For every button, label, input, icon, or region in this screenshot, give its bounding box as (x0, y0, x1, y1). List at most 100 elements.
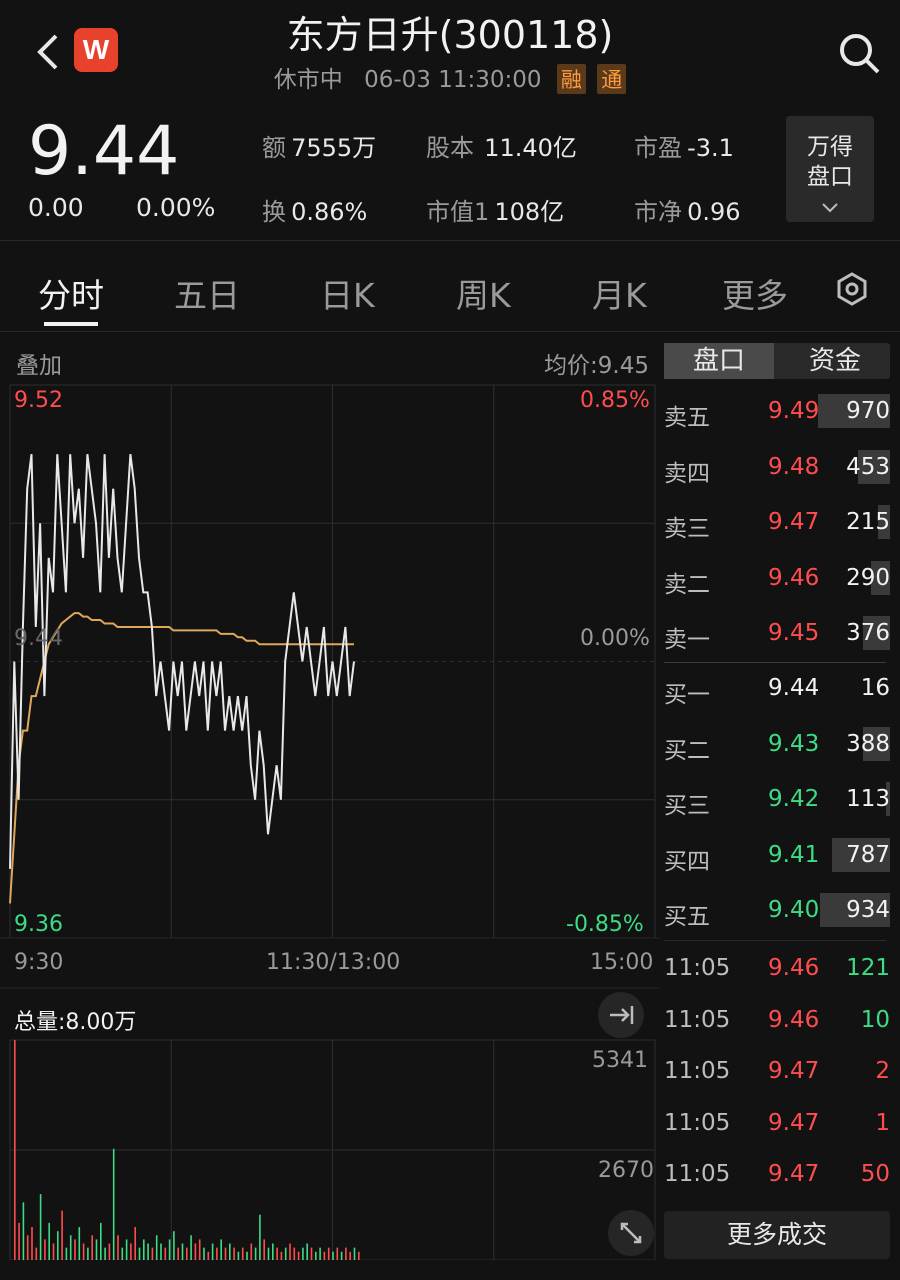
market-status: 休市中 (273, 67, 343, 93)
search-button[interactable] (836, 30, 882, 76)
fullscreen-button[interactable] (608, 1210, 654, 1256)
level-price: 9.44 (768, 675, 820, 701)
volume-bar (82, 1243, 85, 1260)
volume-bar (61, 1210, 63, 1260)
intraday-chart (0, 384, 660, 1260)
level-label: 卖一 (664, 627, 710, 653)
x-label-mid: 11:30/13:00 (266, 950, 401, 975)
level-label: 买二 (664, 737, 710, 764)
trade-row: 11:05 9.47 2 (664, 1052, 890, 1092)
ask-row: 卖一 9.45 376 (664, 614, 890, 654)
trade-time: 11:05 (664, 1058, 731, 1084)
ask-row: 卖五 9.49 970 (664, 392, 890, 432)
volume-bar (151, 1247, 154, 1260)
x-label-open: 9:30 (14, 950, 64, 975)
volume-bar (310, 1247, 313, 1260)
volume-bar (207, 1251, 210, 1260)
volume-bar (108, 1243, 111, 1260)
tab-intraday[interactable]: 分时 (38, 269, 104, 317)
price-change: 0.00 (28, 193, 84, 222)
level-price: 9.49 (768, 398, 820, 424)
volume-bar (130, 1243, 132, 1260)
y-low-label: 9.36 (14, 912, 63, 937)
x-label-close: 15:00 (590, 950, 654, 975)
trade-row: 11:05 9.47 50 (664, 1155, 890, 1195)
volume-bar (237, 1251, 240, 1260)
volume-bar (345, 1247, 347, 1260)
pct-high-label: 0.85% (580, 388, 650, 413)
more-trades-button[interactable]: 更多成交 (664, 1211, 890, 1259)
volume-bar (95, 1239, 98, 1260)
volume-bar (284, 1247, 287, 1260)
level-label: 买四 (664, 848, 710, 875)
volume-bar (31, 1227, 33, 1260)
active-tab-underline (44, 322, 98, 326)
tab-weekly-k[interactable]: 周K (456, 269, 511, 317)
trade-volume: 10 (860, 1006, 890, 1033)
volume-bar (198, 1239, 201, 1260)
settings-icon[interactable] (832, 269, 872, 309)
stat-market-cap: 市值1 108亿 (426, 198, 565, 226)
level-price: 9.40 (768, 897, 820, 923)
tab-capital-flow[interactable]: 资金 (780, 343, 890, 379)
trade-row: 11:05 9.46 121 (664, 949, 890, 989)
level-volume: 376 (846, 620, 890, 646)
level-volume: 787 (846, 841, 890, 868)
level-volume: 113 (846, 786, 890, 812)
bid-row: 买二 9.43 388 (664, 725, 890, 765)
volume-bar (22, 1202, 25, 1260)
volume-bar (164, 1247, 167, 1260)
level-price: 9.46 (768, 564, 820, 591)
y-high-label: 9.52 (14, 388, 63, 413)
trade-volume: 2 (875, 1058, 890, 1084)
volume-bar (35, 1247, 38, 1260)
level-volume: 290 (846, 564, 890, 591)
wind-orderbook-button[interactable]: 万得 盘口 (786, 116, 874, 222)
volume-bar (173, 1231, 175, 1260)
volume-bar (224, 1247, 227, 1260)
trade-time: 11:05 (664, 1006, 731, 1033)
volume-bar (57, 1231, 59, 1260)
volume-bar (332, 1251, 334, 1260)
volume-bar (117, 1235, 119, 1260)
tab-5day[interactable]: 五日 (174, 269, 240, 317)
trade-volume: 50 (860, 1161, 890, 1187)
search-icon (840, 34, 880, 74)
volume-bar (134, 1227, 136, 1260)
volume-bar (18, 1222, 20, 1260)
volume-bar (121, 1247, 124, 1260)
level-volume: 970 (846, 398, 890, 424)
tab-more[interactable]: 更多 (722, 269, 788, 317)
volume-bar (65, 1247, 68, 1260)
pct-mid-label: 0.00% (580, 626, 650, 651)
volume-bar (125, 1239, 128, 1260)
volume-bar (289, 1243, 291, 1260)
trades-divider (664, 940, 886, 941)
level-price: 9.45 (768, 620, 820, 646)
ask-row: 卖二 9.46 290 (664, 559, 890, 599)
tab-orderbook[interactable]: 盘口 (664, 343, 774, 379)
volume-bar (280, 1251, 283, 1260)
trade-time: 11:05 (664, 1161, 731, 1187)
volume-bar (69, 1235, 72, 1260)
trade-volume: 121 (846, 955, 890, 981)
volume-bar (336, 1247, 339, 1260)
ask-row: 卖四 9.48 453 (664, 448, 890, 488)
tab-daily-k[interactable]: 日K (320, 269, 375, 317)
volume-bar (186, 1247, 188, 1260)
level-volume: 934 (846, 897, 890, 923)
expand-right-button[interactable] (598, 992, 644, 1038)
stat-shares: 股本 11.40亿 (426, 134, 577, 162)
level-label: 卖四 (664, 460, 710, 487)
volume-bar (143, 1239, 145, 1260)
volume-bar (44, 1239, 46, 1260)
level-label: 卖五 (664, 405, 710, 431)
level-volume: 388 (846, 730, 890, 757)
tab-monthly-k[interactable]: 月K (592, 269, 647, 317)
total-volume-label: 总量:8.00万 (14, 1010, 137, 1035)
volume-bar (250, 1243, 253, 1260)
level-label: 买一 (664, 682, 710, 708)
volume-bar (155, 1235, 158, 1260)
volume-bar (26, 1235, 29, 1260)
bid-row: 买五 9.40 934 (664, 891, 890, 931)
